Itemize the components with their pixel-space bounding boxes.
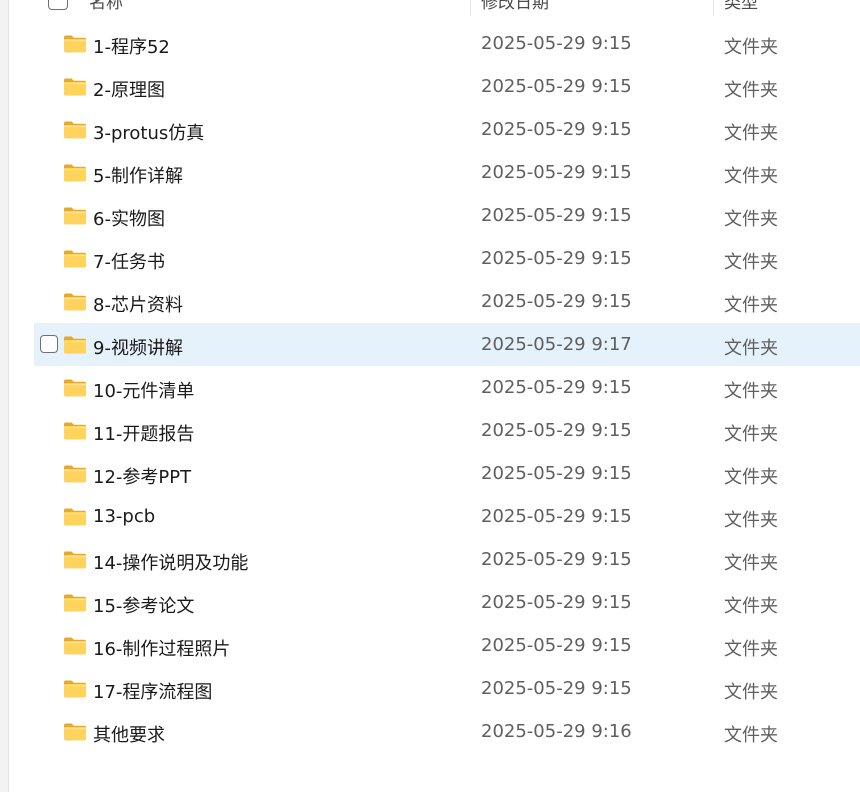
modified-date: 2025-05-29 9:15 — [481, 463, 632, 484]
modified-date: 2025-05-29 9:15 — [481, 162, 632, 183]
list-item[interactable]: 17-程序流程图 2025-05-29 9:15 文件夹 — [34, 667, 860, 710]
modified-date: 2025-05-29 9:15 — [481, 33, 632, 54]
folder-icon — [63, 722, 87, 741]
file-name[interactable]: 5-制作详解 — [93, 162, 183, 188]
folder-icon — [63, 292, 87, 311]
list-item[interactable]: 9-视频讲解 2025-05-29 9:17 文件夹 — [34, 323, 860, 366]
folder-icon — [63, 421, 87, 440]
file-type: 文件夹 — [724, 209, 778, 230]
folder-icon — [63, 679, 87, 698]
file-type: 文件夹 — [724, 510, 778, 531]
folder-icon — [63, 77, 87, 96]
file-name[interactable]: 9-视频讲解 — [93, 334, 183, 360]
modified-date: 2025-05-29 9:15 — [481, 291, 632, 312]
folder-icon — [63, 120, 87, 139]
file-name[interactable]: 2-原理图 — [93, 76, 165, 102]
list-item[interactable]: 7-任务书 2025-05-29 9:15 文件夹 — [34, 237, 860, 280]
file-type: 文件夹 — [724, 37, 778, 58]
file-type: 文件夹 — [724, 424, 778, 445]
list-item[interactable]: 16-制作过程照片 2025-05-29 9:15 文件夹 — [34, 624, 860, 667]
folder-icon — [63, 206, 87, 225]
list-item[interactable]: 3-protus仿真 2025-05-29 9:15 文件夹 — [34, 108, 860, 151]
list-item[interactable]: 其他要求 2025-05-29 9:16 文件夹 — [34, 710, 860, 753]
modified-date: 2025-05-29 9:15 — [481, 420, 632, 441]
column-header: 名称 修改日期 类型 — [34, 0, 860, 16]
folder-icon — [63, 163, 87, 182]
file-name[interactable]: 13-pcb — [93, 506, 155, 527]
file-name[interactable]: 1-程序52 — [93, 33, 170, 59]
modified-date: 2025-05-29 9:15 — [481, 549, 632, 570]
folder-icon — [63, 593, 87, 612]
file-name[interactable]: 14-操作说明及功能 — [93, 549, 248, 575]
modified-date: 2025-05-29 9:15 — [481, 377, 632, 398]
modified-date: 2025-05-29 9:17 — [481, 334, 632, 355]
file-name[interactable]: 10-元件清单 — [93, 377, 194, 403]
list-item[interactable]: 6-实物图 2025-05-29 9:15 文件夹 — [34, 194, 860, 237]
column-header-type[interactable]: 类型 — [724, 0, 758, 14]
file-type: 文件夹 — [724, 682, 778, 703]
file-type: 文件夹 — [724, 467, 778, 488]
file-name[interactable]: 6-实物图 — [93, 205, 165, 231]
list-item[interactable]: 14-操作说明及功能 2025-05-29 9:15 文件夹 — [34, 538, 860, 581]
file-name[interactable]: 12-参考PPT — [93, 463, 191, 489]
modified-date: 2025-05-29 9:16 — [481, 721, 632, 742]
column-header-name[interactable]: 名称 — [89, 0, 123, 14]
modified-date: 2025-05-29 9:15 — [481, 119, 632, 140]
file-name[interactable]: 17-程序流程图 — [93, 678, 212, 704]
file-type: 文件夹 — [724, 166, 778, 187]
folder-icon — [63, 378, 87, 397]
list-item[interactable]: 10-元件清单 2025-05-29 9:15 文件夹 — [34, 366, 860, 409]
file-type: 文件夹 — [724, 725, 778, 746]
item-checkbox[interactable] — [40, 335, 58, 353]
file-type: 文件夹 — [724, 639, 778, 660]
list-item[interactable]: 15-参考论文 2025-05-29 9:15 文件夹 — [34, 581, 860, 624]
file-type: 文件夹 — [724, 252, 778, 273]
column-divider[interactable] — [713, 0, 714, 16]
column-divider[interactable] — [470, 0, 471, 16]
folder-icon — [63, 636, 87, 655]
modified-date: 2025-05-29 9:15 — [481, 205, 632, 226]
list-item[interactable]: 1-程序52 2025-05-29 9:15 文件夹 — [34, 22, 860, 65]
file-type: 文件夹 — [724, 295, 778, 316]
file-name[interactable]: 15-参考论文 — [93, 592, 194, 618]
file-list: 1-程序52 2025-05-29 9:15 文件夹 2-原理图 2025-05-29 … — [34, 22, 860, 753]
navigation-pane-edge — [0, 0, 9, 792]
file-type: 文件夹 — [724, 381, 778, 402]
file-type: 文件夹 — [724, 80, 778, 101]
modified-date: 2025-05-29 9:15 — [481, 76, 632, 97]
list-item[interactable]: 2-原理图 2025-05-29 9:15 文件夹 — [34, 65, 860, 108]
folder-icon — [63, 507, 87, 526]
file-name[interactable]: 3-protus仿真 — [93, 119, 204, 145]
list-item[interactable]: 12-参考PPT 2025-05-29 9:15 文件夹 — [34, 452, 860, 495]
file-type: 文件夹 — [724, 123, 778, 144]
file-type: 文件夹 — [724, 596, 778, 617]
file-name[interactable]: 8-芯片资料 — [93, 291, 183, 317]
file-name[interactable]: 16-制作过程照片 — [93, 635, 230, 661]
modified-date: 2025-05-29 9:15 — [481, 678, 632, 699]
modified-date: 2025-05-29 9:15 — [481, 248, 632, 269]
file-type: 文件夹 — [724, 553, 778, 574]
list-item[interactable]: 8-芯片资料 2025-05-29 9:15 文件夹 — [34, 280, 860, 323]
file-name[interactable]: 11-开题报告 — [93, 420, 194, 446]
folder-icon — [63, 550, 87, 569]
list-item[interactable]: 5-制作详解 2025-05-29 9:15 文件夹 — [34, 151, 860, 194]
modified-date: 2025-05-29 9:15 — [481, 506, 632, 527]
folder-icon — [63, 335, 87, 354]
column-header-date[interactable]: 修改日期 — [481, 0, 549, 14]
modified-date: 2025-05-29 9:15 — [481, 592, 632, 613]
file-name[interactable]: 其他要求 — [93, 721, 165, 747]
file-name[interactable]: 7-任务书 — [93, 248, 165, 274]
folder-icon — [63, 464, 87, 483]
select-all-checkbox[interactable] — [48, 0, 68, 10]
list-item[interactable]: 13-pcb 2025-05-29 9:15 文件夹 — [34, 495, 860, 538]
folder-icon — [63, 249, 87, 268]
folder-icon — [63, 34, 87, 53]
file-type: 文件夹 — [724, 338, 778, 359]
list-item[interactable]: 11-开题报告 2025-05-29 9:15 文件夹 — [34, 409, 860, 452]
modified-date: 2025-05-29 9:15 — [481, 635, 632, 656]
